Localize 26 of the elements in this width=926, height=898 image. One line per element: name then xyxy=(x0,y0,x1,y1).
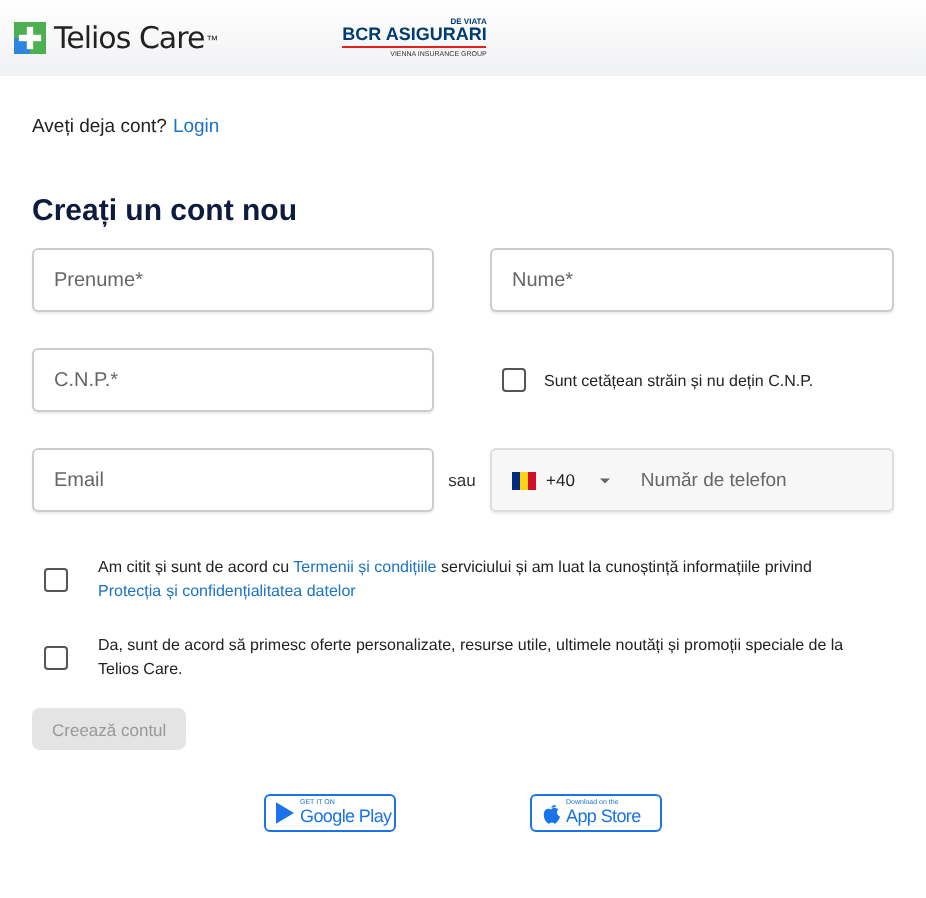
email-field[interactable]: Email xyxy=(32,448,434,512)
caret-icon[interactable] xyxy=(600,477,611,483)
apple-icon xyxy=(542,802,560,824)
or-label: sau xyxy=(446,470,478,490)
phone-field[interactable]: +40 Număr de telefon xyxy=(490,448,894,512)
consent-link[interactable]: Protecția xyxy=(98,582,162,600)
country-code[interactable]: +40 xyxy=(546,470,575,490)
login-prompt: Aveți deja cont? xyxy=(32,116,167,138)
last-name-field[interactable]: Nume* xyxy=(490,248,894,312)
partner-name: BCR ASIGURARI xyxy=(342,25,487,48)
checkbox[interactable] xyxy=(502,368,526,392)
login-link[interactable]: Login xyxy=(172,116,220,138)
consent-link[interactable]: și confidențialitatea datelor xyxy=(166,582,356,600)
cross-logo-icon xyxy=(14,22,46,54)
brand-name: Telios Care xyxy=(54,20,205,56)
checkbox[interactable] xyxy=(44,646,68,670)
consent-text: Am citit și sunt de acord cu Termenii și condițiile serviciului și am luat la cunoștință informațiile privind Protecția și confidențialitatea datelor xyxy=(98,556,814,604)
play-icon xyxy=(276,802,294,824)
cnp-field[interactable]: C.N.P.* xyxy=(32,348,434,412)
foreigner-label: Sunt cetățean străin și nu dețin C.N.P. xyxy=(544,371,814,389)
checkbox[interactable] xyxy=(44,568,68,592)
first-name-field[interactable]: Prenume* xyxy=(32,248,434,312)
romania-flag-icon xyxy=(512,471,536,489)
consent-link[interactable]: Termenii și condițiile xyxy=(293,558,437,576)
consent-text: Da, sunt de acord să primesc oferte personalizate, resurse utile, ultimele noutăți și promoții speciale de la Telios Care. xyxy=(98,634,846,682)
page-title: Creați un cont nou xyxy=(32,194,299,228)
